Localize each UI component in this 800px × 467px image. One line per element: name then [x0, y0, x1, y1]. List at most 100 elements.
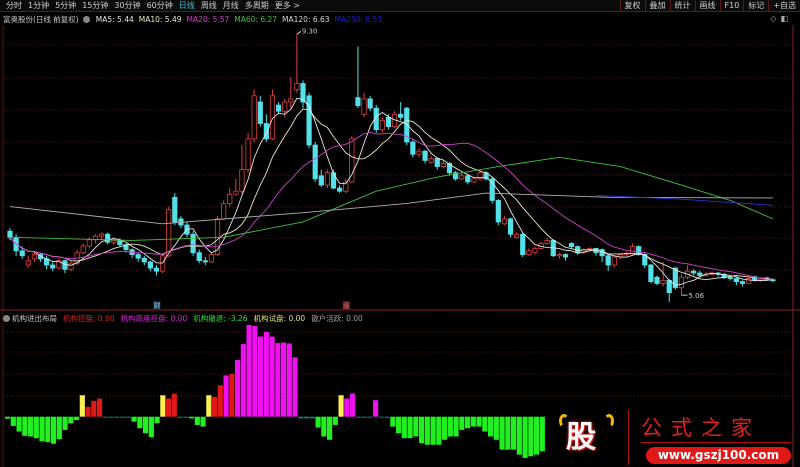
indicator-bar — [74, 416, 80, 420]
candle-body — [611, 256, 617, 266]
candle-body — [440, 163, 446, 167]
candle-body — [697, 272, 703, 276]
indicator-bar — [292, 357, 298, 417]
indicator-bar — [321, 416, 327, 437]
ma5-line — [9, 97, 774, 286]
panel-toggle-icon[interactable]: ◧ — [780, 14, 788, 23]
candle-body — [556, 254, 562, 257]
indicator-bar — [148, 416, 154, 438]
indicator-bar — [235, 359, 241, 417]
candle-body — [361, 98, 367, 115]
candle-body — [739, 281, 746, 284]
indicator-bar — [338, 395, 344, 417]
candle-body — [245, 138, 251, 171]
candle-body — [98, 233, 105, 237]
indicator-bar — [51, 416, 57, 444]
indicator-bar — [401, 416, 407, 439]
candle-body — [416, 150, 422, 155]
ma-value: MA10: 5.49 — [138, 15, 182, 24]
indicator-value: 机构撤退: -3.26 — [193, 314, 248, 323]
indicator-bar — [350, 393, 356, 417]
indicator-bar — [488, 416, 494, 437]
candle-body — [526, 250, 532, 255]
low-price-label: 5.06 — [688, 292, 704, 300]
indicator-bar — [16, 416, 22, 432]
candle-body — [562, 254, 569, 258]
logo-char: 股 — [566, 420, 596, 455]
candle-body — [31, 254, 38, 260]
indicator-bar — [476, 416, 482, 427]
indicator-bar — [102, 416, 108, 418]
candle-body — [465, 175, 471, 183]
candle-body — [459, 175, 465, 180]
indicator-bar — [269, 336, 275, 417]
candle-body — [501, 218, 508, 225]
candle-body — [19, 250, 25, 257]
diamond-icon[interactable]: ◇ — [770, 14, 776, 23]
indicator-bar — [424, 416, 430, 445]
indicator-bar — [200, 416, 206, 427]
indicator-bar — [206, 395, 212, 417]
indicator-bar — [286, 343, 292, 417]
candle-body — [147, 261, 153, 269]
indicator-bar — [534, 416, 540, 455]
indicator-bar — [22, 416, 28, 436]
indicator-bar — [528, 416, 534, 457]
indicator-bar — [367, 416, 373, 418]
indicator-bar — [373, 400, 379, 417]
indicator-bar — [85, 406, 91, 417]
ma-values: MA5: 5.44 MA10: 5.49 MA20: 5.57 MA60: 6.27 M… — [96, 15, 382, 24]
horn-icon — [604, 414, 614, 428]
indicator-bar — [56, 416, 62, 440]
indicator-bar — [183, 416, 189, 418]
candle-body — [330, 172, 337, 189]
ma250-line — [595, 195, 774, 206]
indicator-bar — [263, 331, 269, 417]
kline-chart[interactable]: 9.30 5.06 财 涨 — [0, 0, 800, 467]
indicator-bar — [332, 416, 338, 425]
chart-tools: ◇ ◧ — [770, 14, 788, 23]
indicator-bar — [470, 416, 476, 427]
indicator-bar — [154, 416, 160, 424]
candle-body — [227, 193, 233, 204]
indicator-bar — [378, 416, 384, 418]
indicator-bar — [430, 416, 436, 445]
indicator-bar — [419, 416, 425, 444]
candle-body — [166, 209, 172, 257]
candle-body — [324, 172, 331, 186]
indicator-bar — [275, 343, 281, 417]
gear-icon[interactable] — [82, 16, 90, 23]
indicator-bar — [281, 342, 287, 417]
candle-body — [495, 200, 501, 223]
candle-body — [68, 262, 74, 270]
indicator-bar — [355, 416, 361, 418]
indicator-bar — [413, 416, 419, 437]
candle-body — [196, 252, 202, 262]
indicator-bar — [361, 416, 367, 418]
ma-value: MA20: 5.57 — [186, 15, 230, 24]
candle-body — [208, 254, 215, 263]
indicator-bar — [304, 416, 310, 419]
candle-body — [544, 240, 550, 244]
ma-value: MA60: 6.27 — [234, 15, 278, 24]
event-marker-label: 涨 — [343, 301, 350, 310]
candle-body — [349, 138, 355, 183]
indicator-value: 机构高度控盘: 0.00 — [120, 314, 188, 323]
candle-body — [306, 95, 312, 146]
candle-body — [275, 104, 282, 112]
indicator-bar — [258, 336, 264, 417]
indicator-bar — [194, 416, 200, 425]
gear-icon[interactable] — [3, 315, 10, 322]
indicator-bar — [131, 416, 137, 422]
candle-body — [648, 264, 654, 283]
indicator-bar — [137, 416, 143, 429]
candle-body — [294, 83, 300, 91]
indicator-bar — [344, 398, 350, 417]
ma-value: MA120: 6.63 — [282, 15, 330, 24]
indicator-bar — [390, 416, 396, 427]
ma-value: MA250: 6.53 — [334, 15, 383, 24]
indicator-bar — [79, 395, 85, 417]
candle-body — [733, 278, 739, 283]
ma10-line — [9, 108, 774, 281]
indicator-bar — [499, 416, 505, 450]
